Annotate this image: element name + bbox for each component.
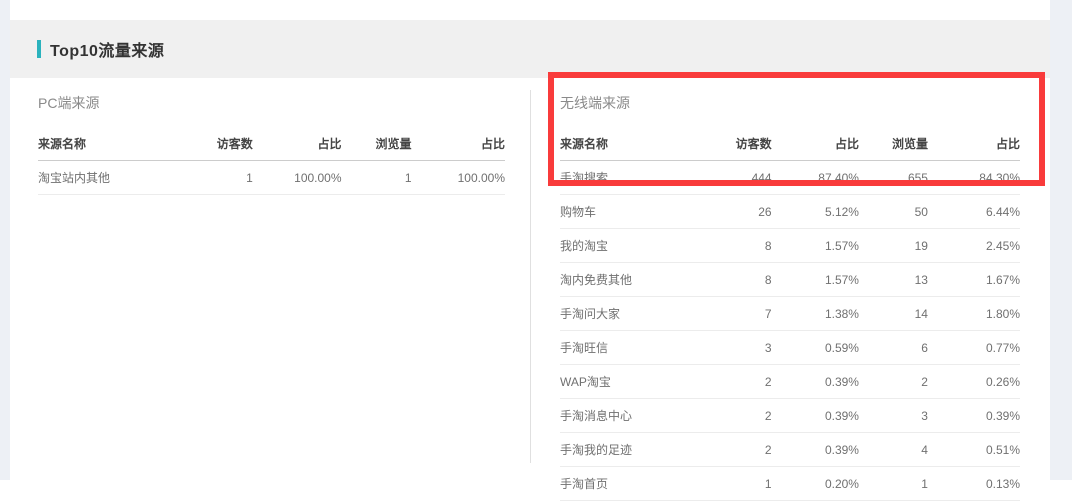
views-cell: 19 bbox=[859, 229, 928, 263]
views-pct-cell: 100.00% bbox=[412, 161, 505, 195]
table-row: 淘宝站内其他 1 100.00% 1 100.00% bbox=[38, 161, 505, 195]
table-row: 手淘我的足迹 2 0.39% 4 0.51% bbox=[560, 433, 1020, 467]
source-name-cell: 手淘问大家 bbox=[560, 297, 680, 331]
views-cell: 50 bbox=[859, 195, 928, 229]
section-header-band: Top10流量来源 bbox=[10, 20, 1050, 78]
visitors-cell: 2 bbox=[680, 365, 772, 399]
visitors-pct-cell: 0.59% bbox=[772, 331, 859, 365]
visitors-cell: 1 bbox=[680, 467, 772, 501]
visitors-cell: 7 bbox=[680, 297, 772, 331]
top-spacer bbox=[10, 0, 1050, 20]
views-pct-cell: 0.51% bbox=[928, 433, 1020, 467]
visitors-cell: 8 bbox=[680, 229, 772, 263]
table-row: 手淘搜索 444 87.40% 655 84.30% bbox=[560, 161, 1020, 195]
visitors-pct-cell: 100.00% bbox=[253, 161, 342, 195]
table-row: 我的淘宝 8 1.57% 19 2.45% bbox=[560, 229, 1020, 263]
col-header-visitors-pct: 占比 bbox=[772, 130, 859, 161]
source-name-cell: 手淘首页 bbox=[560, 467, 680, 501]
visitors-pct-cell: 1.57% bbox=[772, 263, 859, 297]
source-name-cell: 淘内免费其他 bbox=[560, 263, 680, 297]
table-row: 手淘问大家 7 1.38% 14 1.80% bbox=[560, 297, 1020, 331]
table-row: 购物车 26 5.12% 50 6.44% bbox=[560, 195, 1020, 229]
source-name-cell: 手淘搜索 bbox=[560, 161, 680, 195]
pc-table-header-row: 来源名称 访客数 占比 浏览量 占比 bbox=[38, 130, 505, 161]
views-pct-cell: 1.67% bbox=[928, 263, 1020, 297]
source-name-cell: 手淘我的足迹 bbox=[560, 433, 680, 467]
pc-sources-table: 来源名称 访客数 占比 浏览量 占比 淘宝站内其他 1 100.00% 1 10… bbox=[38, 130, 505, 195]
col-header-views-pct: 占比 bbox=[928, 130, 1020, 161]
col-header-source-name: 来源名称 bbox=[560, 130, 680, 161]
traffic-sources-card: PC端来源 来源名称 访客数 占比 浏览量 占比 淘宝站内其他 bbox=[10, 78, 1050, 483]
views-cell: 1 bbox=[342, 161, 412, 195]
table-row: WAP淘宝 2 0.39% 2 0.26% bbox=[560, 365, 1020, 399]
source-name-cell: 我的淘宝 bbox=[560, 229, 680, 263]
source-name-cell: 购物车 bbox=[560, 195, 680, 229]
table-row: 手淘旺信 3 0.59% 6 0.77% bbox=[560, 331, 1020, 365]
views-cell: 1 bbox=[859, 467, 928, 501]
source-name-cell: 淘宝站内其他 bbox=[38, 161, 159, 195]
pc-sources-section: PC端来源 来源名称 访客数 占比 浏览量 占比 淘宝站内其他 bbox=[38, 93, 505, 195]
visitors-pct-cell: 1.38% bbox=[772, 297, 859, 331]
page-background-right-strip bbox=[1050, 0, 1072, 480]
visitors-cell: 3 bbox=[680, 331, 772, 365]
visitors-cell: 8 bbox=[680, 263, 772, 297]
visitors-cell: 2 bbox=[680, 399, 772, 433]
visitors-cell: 26 bbox=[680, 195, 772, 229]
views-pct-cell: 0.77% bbox=[928, 331, 1020, 365]
page-background-left-strip bbox=[0, 0, 10, 480]
views-pct-cell: 1.80% bbox=[928, 297, 1020, 331]
views-pct-cell: 84.30% bbox=[928, 161, 1020, 195]
visitors-cell: 444 bbox=[680, 161, 772, 195]
visitors-cell: 1 bbox=[159, 161, 252, 195]
views-pct-cell: 0.26% bbox=[928, 365, 1020, 399]
wireless-table-header-row: 来源名称 访客数 占比 浏览量 占比 bbox=[560, 130, 1020, 161]
views-cell: 2 bbox=[859, 365, 928, 399]
views-cell: 13 bbox=[859, 263, 928, 297]
views-cell: 3 bbox=[859, 399, 928, 433]
source-name-cell: 手淘消息中心 bbox=[560, 399, 680, 433]
wireless-sources-section: 无线端来源 来源名称 访客数 占比 浏览量 占比 手淘搜索 bbox=[560, 93, 1020, 501]
col-header-source-name: 来源名称 bbox=[38, 130, 159, 161]
views-pct-cell: 0.13% bbox=[928, 467, 1020, 501]
visitors-cell: 2 bbox=[680, 433, 772, 467]
visitors-pct-cell: 0.39% bbox=[772, 433, 859, 467]
views-pct-cell: 0.39% bbox=[928, 399, 1020, 433]
views-cell: 6 bbox=[859, 331, 928, 365]
views-cell: 14 bbox=[859, 297, 928, 331]
visitors-pct-cell: 5.12% bbox=[772, 195, 859, 229]
views-pct-cell: 6.44% bbox=[928, 195, 1020, 229]
wireless-sources-title: 无线端来源 bbox=[560, 93, 1020, 113]
source-name-cell: WAP淘宝 bbox=[560, 365, 680, 399]
views-cell: 4 bbox=[859, 433, 928, 467]
col-header-visitors: 访客数 bbox=[159, 130, 252, 161]
section-header: Top10流量来源 bbox=[37, 20, 164, 78]
visitors-pct-cell: 0.39% bbox=[772, 399, 859, 433]
table-row: 手淘消息中心 2 0.39% 3 0.39% bbox=[560, 399, 1020, 433]
teal-accent-bar-icon bbox=[37, 40, 41, 58]
visitors-pct-cell: 87.40% bbox=[772, 161, 859, 195]
views-pct-cell: 2.45% bbox=[928, 229, 1020, 263]
table-row: 淘内免费其他 8 1.57% 13 1.67% bbox=[560, 263, 1020, 297]
visitors-pct-cell: 0.39% bbox=[772, 365, 859, 399]
table-divider bbox=[530, 90, 531, 463]
table-row: 手淘首页 1 0.20% 1 0.13% bbox=[560, 467, 1020, 501]
traffic-sources-page: Top10流量来源 PC端来源 来源名称 访客数 占比 浏览量 占比 bbox=[0, 0, 1072, 483]
source-name-cell: 手淘旺信 bbox=[560, 331, 680, 365]
col-header-visitors-pct: 占比 bbox=[253, 130, 342, 161]
pc-sources-title: PC端来源 bbox=[38, 93, 505, 113]
visitors-pct-cell: 1.57% bbox=[772, 229, 859, 263]
col-header-views: 浏览量 bbox=[859, 130, 928, 161]
page-title: Top10流量来源 bbox=[50, 37, 164, 61]
wireless-sources-table: 来源名称 访客数 占比 浏览量 占比 手淘搜索 444 87.40% 655 8… bbox=[560, 130, 1020, 501]
col-header-views: 浏览量 bbox=[342, 130, 412, 161]
col-header-views-pct: 占比 bbox=[412, 130, 505, 161]
views-cell: 655 bbox=[859, 161, 928, 195]
visitors-pct-cell: 0.20% bbox=[772, 467, 859, 501]
col-header-visitors: 访客数 bbox=[680, 130, 772, 161]
